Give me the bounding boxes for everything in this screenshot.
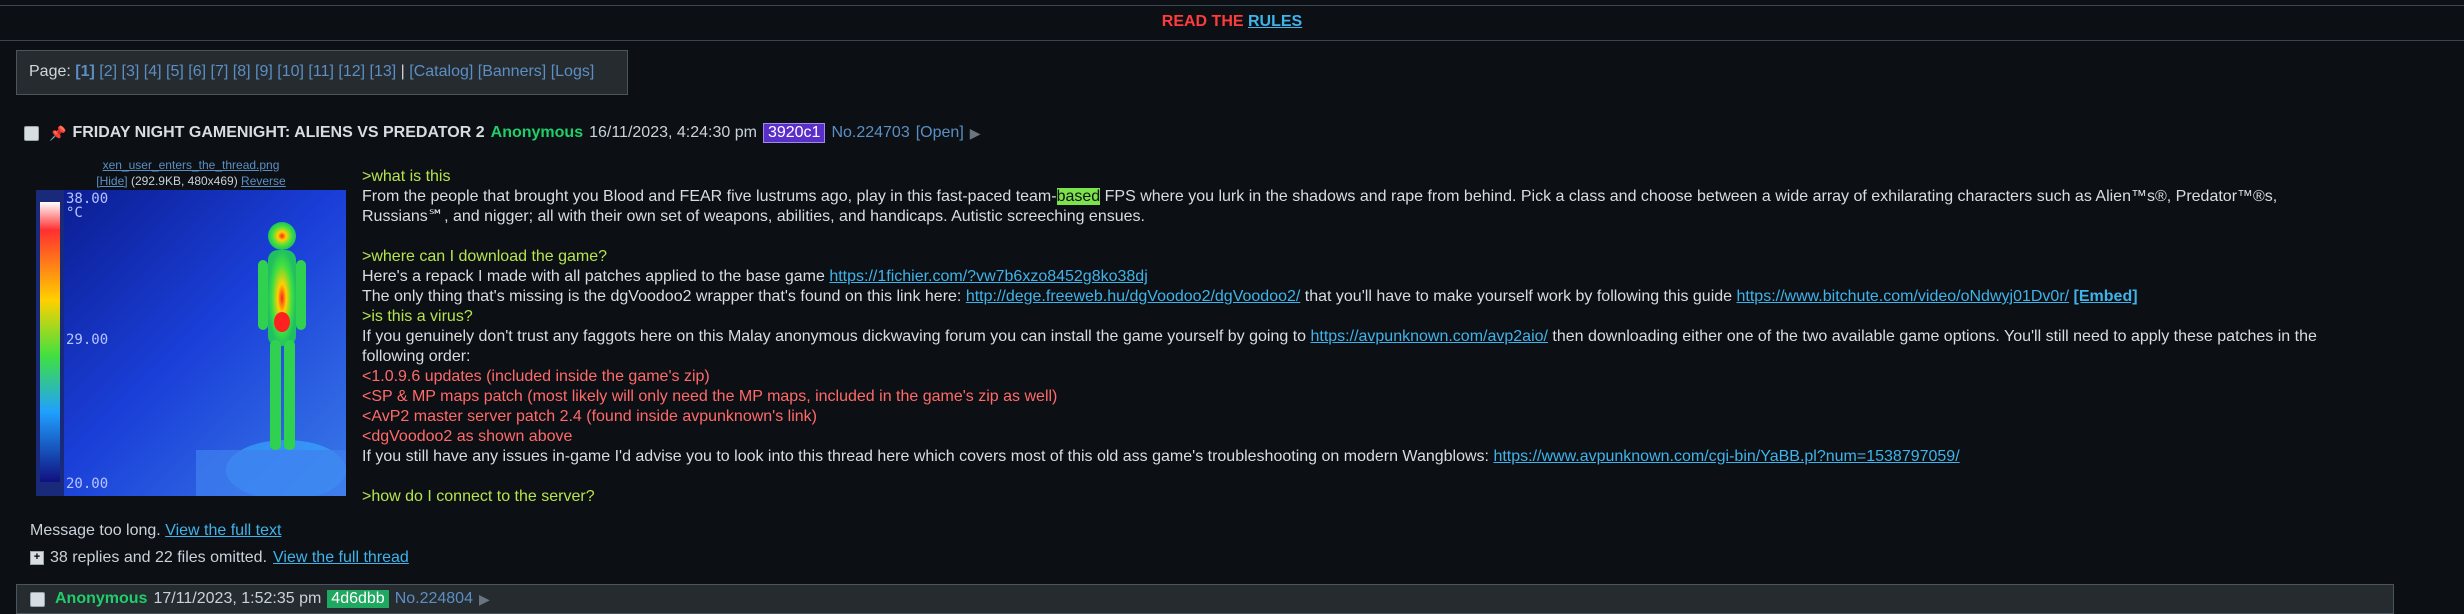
file-name-link[interactable]: xen_user_enters_the_thread.png [103,158,280,172]
poster-name: Anonymous [55,590,148,607]
greentext-line: >where can I download the game? [362,248,608,265]
page-link[interactable]: [5] [166,63,184,80]
post-number-link[interactable]: No.224703 [831,124,909,142]
page-link[interactable]: [8] [233,63,251,80]
pagination-bar: Page: [1] [2] [3] [4] [5] [6] [7] [8] [9… [16,50,628,95]
troubleshooting-link[interactable]: https://www.avpunknown.com/cgi-bin/YaBB.… [1493,448,1959,465]
redtext-line: <1.0.9.6 updates (included inside the ga… [362,368,710,385]
file-info: xen_user_enters_the_thread.png [Hide] (2… [36,157,346,189]
omitted-count: 38 replies and 22 files omitted. [50,549,268,566]
hide-file-link[interactable]: [Hide] [96,174,127,188]
page-link[interactable]: [11] [308,63,334,80]
scale-bottom-label: 20.00 [66,476,109,492]
poster-id-badge[interactable]: 4d6dbb [327,590,389,608]
rules-link[interactable]: RULES [1248,13,1302,30]
post-menu-arrow-icon[interactable]: ▶ [970,125,981,142]
download-link[interactable]: https://1fichier.com/?vw7b6xzo8452g8ko38… [829,268,1147,285]
top-divider [0,5,2464,6]
post-select-checkbox[interactable] [24,125,39,141]
thread-subject: FRIDAY NIGHT GAMENIGHT: ALIENS VS PREDAT… [72,124,485,141]
poster-id-badge[interactable]: 3920c1 [762,123,826,143]
dgvoodoo-link[interactable]: http://dege.freeweb.hu/dgVoodoo2/dgVoodo… [966,288,1301,305]
pagination-label: Page: [29,63,71,80]
pagination-separator: | [400,63,405,80]
catalog-link[interactable]: [Catalog] [409,63,473,80]
reply-post-header: Anonymous 17/11/2023, 1:52:35 pm 4d6dbb … [30,590,490,608]
op-post-body: >what is this From the people that broug… [362,167,2402,507]
rules-prefix: READ THE [1161,13,1244,30]
page-link[interactable]: [12] [338,63,365,80]
greentext-line: >is this a virus? [362,308,473,325]
page-link-current[interactable]: [1] [75,63,95,80]
body-line: If you genuinely don't trust any faggots… [362,328,2317,345]
highlighted-word: based [1056,188,1101,205]
body-line: Russians℠, and nigger; all with their ow… [362,208,1145,225]
redtext-line: <dgVoodoo2 as shown above [362,428,573,445]
omitted-replies: + 38 replies and 22 files omitted. View … [30,549,409,567]
scale-top-label: 38.00 °C [66,191,109,221]
post-menu-arrow-icon[interactable]: ▶ [479,591,490,608]
post-date: 17/11/2023, 1:52:35 pm [153,590,322,607]
view-full-thread-link[interactable]: View the full thread [273,549,409,567]
post-select-checkbox[interactable] [30,591,45,607]
file-meta: (292.9KB, 480x469) [130,174,238,188]
banners-link[interactable]: [Banners] [478,63,546,80]
redtext-line: <AvP2 master server patch 2.4 (found ins… [362,408,817,425]
thread-image-thumbnail[interactable]: 38.00 °C 29.00 20.00 [36,190,346,496]
expand-thread-icon[interactable]: + [30,551,44,565]
body-line: Here's a repack I made with all patches … [362,268,1148,285]
view-full-text-link[interactable]: View the full text [165,522,281,539]
body-line: If you still have any issues in-game I'd… [362,448,1960,465]
greentext-line: >what is this [362,168,451,185]
logs-link[interactable]: [Logs] [551,63,595,80]
page-link[interactable]: [13] [370,63,397,80]
scale-mid-label: 29.00 [66,332,109,348]
page-link[interactable]: [2] [99,63,117,80]
page-link[interactable]: [7] [211,63,229,80]
guide-video-link[interactable]: https://www.bitchute.com/video/oNdwyj01D… [1737,288,2070,305]
page-link[interactable]: [10] [277,63,304,80]
page-link[interactable]: [4] [144,63,162,80]
reverse-search-link[interactable]: Reverse [241,174,286,188]
mid-divider [0,40,2464,41]
pin-icon: 📌 [49,124,67,141]
embed-button[interactable]: [Embed] [2074,288,2138,305]
avp2aio-link[interactable]: https://avpunknown.com/avp2aio/ [1310,328,1547,345]
post-number-link[interactable]: No.224804 [395,590,473,608]
op-post-header: 📌 FRIDAY NIGHT GAMENIGHT: ALIENS VS PRED… [24,123,981,143]
body-line: The only thing that's missing is the dgV… [362,288,2138,305]
message-too-long: Message too long. View the full text [30,522,282,539]
body-line: following order: [362,348,471,365]
greentext-line: >how do I connect to the server? [362,488,595,505]
page-link[interactable]: [3] [122,63,140,80]
poster-name: Anonymous [490,124,584,141]
rules-banner: READ THE RULES [0,13,2464,31]
page-link[interactable]: [6] [188,63,206,80]
post-date: 16/11/2023, 4:24:30 pm [589,124,757,141]
redtext-line: <SP & MP maps patch (most likely will on… [362,388,1058,405]
page-link[interactable]: [9] [255,63,273,80]
body-line: From the people that brought you Blood a… [362,188,2278,205]
open-thread-link[interactable]: [Open] [916,124,964,142]
